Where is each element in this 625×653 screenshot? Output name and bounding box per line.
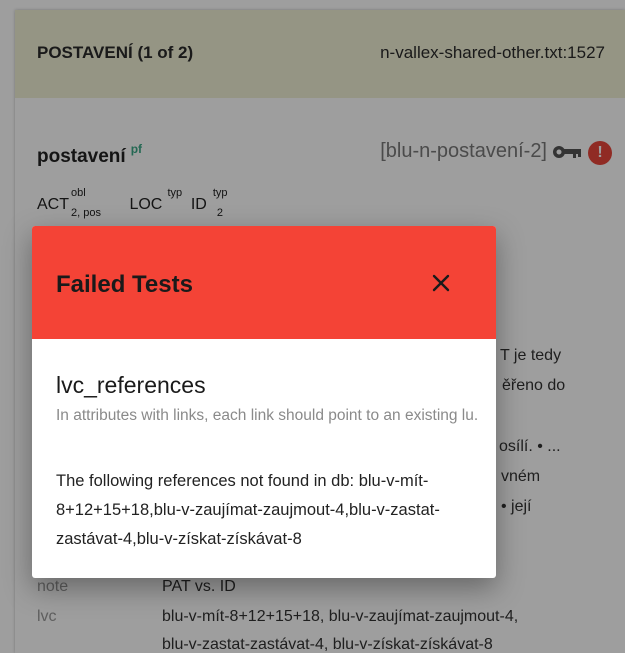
dialog-title: Failed Tests: [56, 271, 193, 298]
test-name: lvc_references: [56, 372, 206, 398]
failed-tests-dialog: Failed Tests lvc_references In attribute…: [32, 226, 496, 578]
dialog-header: Failed Tests: [32, 226, 496, 339]
test-message: The following references not found in db…: [56, 472, 440, 548]
test-description: In attributes with links, each link shou…: [56, 407, 479, 424]
close-icon: [432, 274, 450, 292]
close-button[interactable]: [424, 266, 458, 300]
